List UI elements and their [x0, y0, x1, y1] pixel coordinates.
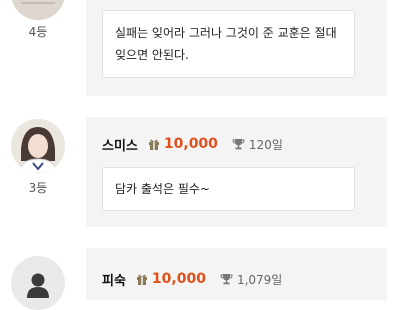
rank-label: 4등 — [28, 25, 48, 39]
gift-icon — [136, 274, 147, 285]
points-badge: 10,000 — [136, 271, 206, 287]
attendance-days: 120일 — [248, 137, 283, 152]
avatar-image — [11, 0, 65, 20]
comment-message: 담카 출석은 필수~ — [102, 167, 355, 211]
trophy-icon — [232, 139, 245, 150]
comment-meta: 스미스 10,000 120일 — [102, 134, 283, 154]
user-name[interactable]: 스미스 — [102, 135, 138, 154]
comment-card: 실패는 잊어라 그러나 그것이 준 교훈은 절대 잊으면 안된다. — [86, 0, 387, 96]
user-name[interactable]: 피숙 — [102, 270, 126, 289]
rank-label: 3등 — [28, 181, 48, 195]
avatar-photo-1[interactable] — [11, 0, 65, 20]
attendance-days: 1,079일 — [236, 272, 283, 287]
points-badge: 10,000 — [148, 136, 218, 152]
avatar-photo-2[interactable] — [11, 119, 65, 173]
comment-card: 피숙 10,000 1,079일 — [86, 248, 387, 300]
gift-icon — [148, 139, 159, 150]
avatar-default[interactable] — [11, 256, 65, 310]
trophy-icon — [220, 274, 233, 285]
avatar-image — [11, 119, 65, 173]
user-icon — [27, 273, 49, 298]
attendance-badge: 1,079일 — [220, 271, 282, 288]
comment-entry-1: 4등 실패는 잊어라 그러나 그것이 준 교훈은 절대 잊으면 안된다. — [0, 0, 400, 96]
attendance-badge: 120일 — [232, 136, 283, 153]
points-value: 10,000 — [163, 136, 218, 152]
points-value: 10,000 — [151, 271, 206, 287]
comment-entry-2: 3등 스미스 10,000 120일 담카 출석은 필수~ — [0, 117, 400, 227]
comment-card: 스미스 10,000 120일 담카 출석은 필수~ — [86, 117, 387, 227]
comment-message: 실패는 잊어라 그러나 그것이 준 교훈은 절대 잊으면 안된다. — [102, 10, 355, 78]
comment-meta: 피숙 10,000 1,079일 — [102, 269, 282, 289]
comment-entry-3: 피숙 10,000 1,079일 — [0, 248, 400, 310]
